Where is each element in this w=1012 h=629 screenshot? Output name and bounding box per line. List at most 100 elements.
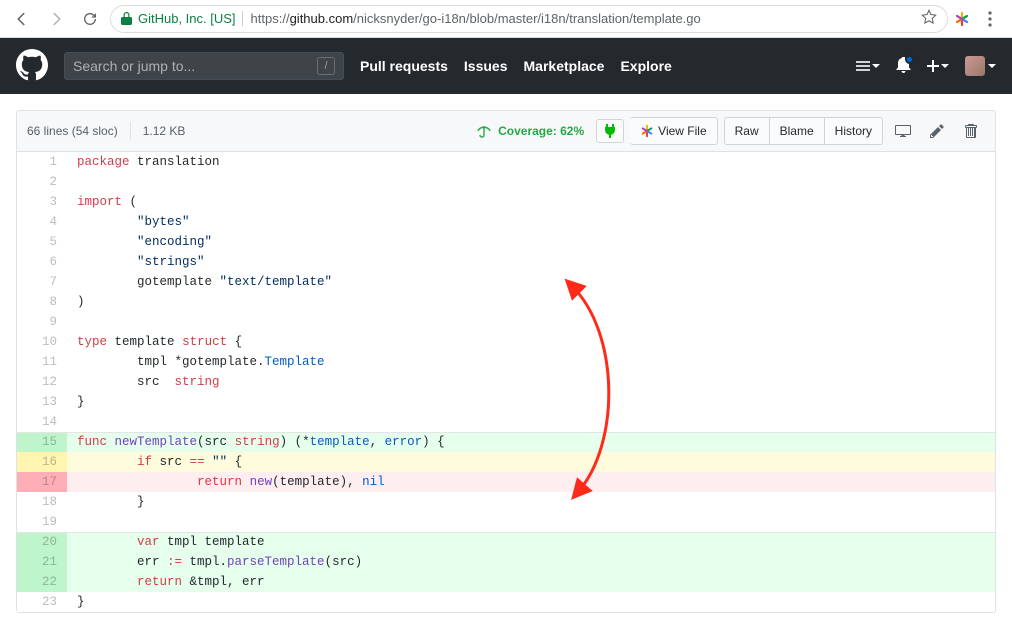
- code-line: 8): [17, 292, 995, 312]
- line-content[interactable]: [67, 172, 995, 192]
- line-content[interactable]: err := tmpl.parseTemplate(src): [67, 552, 995, 572]
- code-line: 10type template struct {: [17, 332, 995, 352]
- line-number[interactable]: 3: [17, 192, 67, 212]
- line-number[interactable]: 9: [17, 312, 67, 332]
- back-button[interactable]: [8, 5, 36, 33]
- code-line: 12 src string: [17, 372, 995, 392]
- line-number[interactable]: 20: [17, 532, 67, 552]
- search-input[interactable]: Search or jump to... /: [64, 52, 344, 80]
- line-number[interactable]: 2: [17, 172, 67, 192]
- line-content[interactable]: }: [67, 592, 995, 612]
- line-content[interactable]: if src == "" {: [67, 452, 995, 472]
- file-box: 66 lines (54 sloc) 1.12 KB Coverage: 62%: [16, 110, 996, 613]
- edit-icon[interactable]: [923, 117, 951, 145]
- line-content[interactable]: }: [67, 492, 995, 512]
- line-number[interactable]: 23: [17, 592, 67, 612]
- primary-nav: Pull requests Issues Marketplace Explore: [360, 58, 672, 74]
- notifications-icon[interactable]: [896, 57, 911, 76]
- delete-icon[interactable]: [957, 117, 985, 145]
- line-number[interactable]: 16: [17, 452, 67, 472]
- line-content[interactable]: src string: [67, 372, 995, 392]
- line-content[interactable]: type template struct {: [67, 332, 995, 352]
- code-table: 1package translation23import (4 "bytes"5…: [17, 152, 995, 612]
- line-number[interactable]: 4: [17, 212, 67, 232]
- raw-button[interactable]: Raw: [724, 117, 770, 145]
- line-number[interactable]: 1: [17, 152, 67, 172]
- code-line: 11 tmpl *gotemplate.Template: [17, 352, 995, 372]
- line-content[interactable]: [67, 312, 995, 332]
- nav-issues[interactable]: Issues: [464, 58, 508, 74]
- chrome-menu-icon[interactable]: [976, 5, 1004, 33]
- line-content[interactable]: }: [67, 392, 995, 412]
- code-line: 1package translation: [17, 152, 995, 172]
- history-button[interactable]: History: [825, 117, 883, 145]
- line-content[interactable]: import (: [67, 192, 995, 212]
- code-line: 5 "encoding": [17, 232, 995, 252]
- bookmark-star-icon[interactable]: [921, 9, 937, 28]
- file-header: 66 lines (54 sloc) 1.12 KB Coverage: 62%: [17, 111, 995, 152]
- user-menu[interactable]: [965, 56, 996, 76]
- code-line: 2: [17, 172, 995, 192]
- nav-explore[interactable]: Explore: [620, 58, 671, 74]
- asterisk-icon: [640, 124, 654, 138]
- file-info: 66 lines (54 sloc) 1.12 KB: [27, 122, 185, 140]
- line-number[interactable]: 12: [17, 372, 67, 392]
- blame-button[interactable]: Blame: [770, 117, 825, 145]
- view-file-button[interactable]: View File: [630, 117, 717, 145]
- code-line: 4 "bytes": [17, 212, 995, 232]
- line-number[interactable]: 14: [17, 412, 67, 432]
- code-line: 17 return new(template), nil: [17, 472, 995, 492]
- code-line: 21 err := tmpl.parseTemplate(src): [17, 552, 995, 572]
- code-line: 16 if src == "" {: [17, 452, 995, 472]
- plug-icon: [603, 124, 617, 138]
- line-content[interactable]: "bytes": [67, 212, 995, 232]
- octotree-button[interactable]: [596, 119, 624, 143]
- line-content[interactable]: "strings": [67, 252, 995, 272]
- line-number[interactable]: 18: [17, 492, 67, 512]
- create-new-dropdown[interactable]: [927, 60, 949, 72]
- line-number[interactable]: 8: [17, 292, 67, 312]
- line-content[interactable]: "encoding": [67, 232, 995, 252]
- code-line: 23}: [17, 592, 995, 612]
- line-number[interactable]: 10: [17, 332, 67, 352]
- line-content[interactable]: return new(template), nil: [67, 472, 995, 492]
- line-content[interactable]: func newTemplate(src string) (*template,…: [67, 432, 995, 452]
- line-number[interactable]: 17: [17, 472, 67, 492]
- nav-marketplace[interactable]: Marketplace: [524, 58, 605, 74]
- line-number[interactable]: 19: [17, 512, 67, 532]
- address-bar[interactable]: GitHub, Inc. [US] https://github.com/nic…: [110, 5, 948, 33]
- line-content[interactable]: ): [67, 292, 995, 312]
- line-number[interactable]: 5: [17, 232, 67, 252]
- lock-icon: [121, 12, 132, 25]
- line-number[interactable]: 6: [17, 252, 67, 272]
- url-text: https://github.com/nicksnyder/go-i18n/bl…: [242, 11, 701, 26]
- code-line: 18 }: [17, 492, 995, 512]
- code-line: 6 "strings": [17, 252, 995, 272]
- line-content[interactable]: gotemplate "text/template": [67, 272, 995, 292]
- line-content[interactable]: [67, 512, 995, 532]
- menu-dropdown[interactable]: [856, 61, 880, 71]
- line-number[interactable]: 13: [17, 392, 67, 412]
- line-content[interactable]: package translation: [67, 152, 995, 172]
- extension-icon[interactable]: [954, 11, 970, 27]
- code-line: 13}: [17, 392, 995, 412]
- line-content[interactable]: return &tmpl, err: [67, 572, 995, 592]
- line-number[interactable]: 15: [17, 432, 67, 452]
- separator: [130, 122, 131, 140]
- reload-button[interactable]: [76, 5, 104, 33]
- code-line: 15func newTemplate(src string) (*templat…: [17, 432, 995, 452]
- desktop-icon[interactable]: [889, 117, 917, 145]
- content-area: 66 lines (54 sloc) 1.12 KB Coverage: 62%: [0, 94, 1012, 629]
- line-number[interactable]: 21: [17, 552, 67, 572]
- coverage-badge[interactable]: Coverage: 62%: [476, 123, 590, 139]
- line-number[interactable]: 22: [17, 572, 67, 592]
- line-number[interactable]: 11: [17, 352, 67, 372]
- line-content[interactable]: [67, 412, 995, 432]
- line-content[interactable]: tmpl *gotemplate.Template: [67, 352, 995, 372]
- line-number[interactable]: 7: [17, 272, 67, 292]
- slash-hint: /: [317, 57, 335, 75]
- nav-pull-requests[interactable]: Pull requests: [360, 58, 448, 74]
- header-actions: [856, 56, 996, 76]
- line-content[interactable]: var tmpl template: [67, 532, 995, 552]
- github-logo-icon[interactable]: [16, 49, 48, 84]
